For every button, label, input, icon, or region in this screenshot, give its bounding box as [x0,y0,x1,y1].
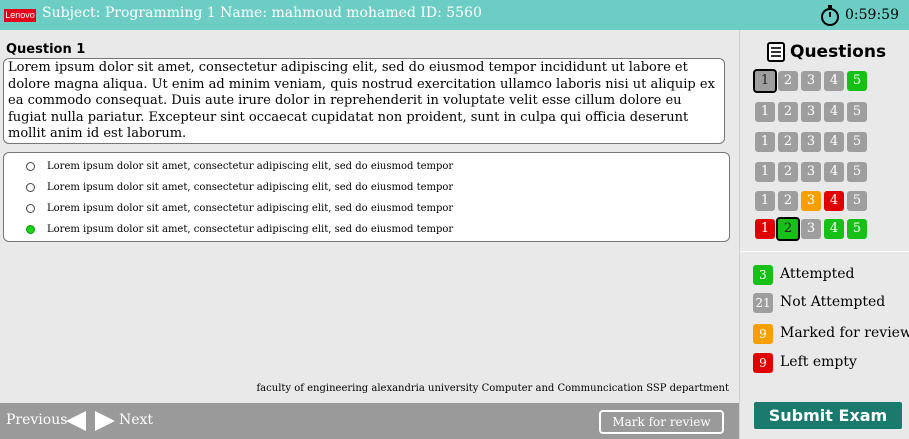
arrow-right-icon[interactable] [95,411,115,431]
question-box[interactable]: 4 [824,132,844,152]
option-1[interactable]: Lorem ipsum dolor sit amet, consectetur … [26,157,453,175]
next-link[interactable]: Next [119,412,153,428]
lenovo-logo: Lenovo [4,9,36,22]
question-title: Question 1 [6,42,86,57]
option-3[interactable]: Lorem ipsum dolor sit amet, consectetur … [26,199,453,217]
question-panel: Question 1 Lorem ipsum dolor sit amet, c… [0,30,739,403]
question-box[interactable]: 1 [755,219,775,239]
legend-count-badge: 3 [753,265,773,285]
question-box[interactable]: 4 [824,162,844,182]
question-box[interactable]: 4 [824,219,844,239]
question-box[interactable]: 2 [778,71,798,91]
stopwatch-icon [821,5,840,26]
question-text: Lorem ipsum dolor sit amet, consectetur … [3,58,725,144]
question-box[interactable]: 3 [801,71,821,91]
sidebar-title: Questions [790,42,887,62]
question-box[interactable]: 1 [755,191,775,211]
question-box[interactable]: 5 [847,219,867,239]
question-box[interactable]: 3 [801,102,821,122]
legend-label: Left empty [780,354,857,370]
question-box[interactable]: 5 [847,191,867,211]
legend-count-badge: 21 [753,293,773,313]
option-label: Lorem ipsum dolor sit amet, consectetur … [47,181,454,193]
legend-label: Attempted [780,266,855,282]
question-box[interactable]: 5 [847,102,867,122]
question-box[interactable]: 3 [801,191,821,211]
radio-button[interactable] [26,203,35,213]
submit-exam-button[interactable]: Submit Exam [754,402,902,429]
question-box[interactable]: 4 [824,102,844,122]
document-list-icon [767,42,785,62]
question-box[interactable]: 3 [801,132,821,152]
question-box[interactable]: 2 [776,217,800,241]
options-box: Lorem ipsum dolor sit amet, consectetur … [3,152,730,242]
question-box[interactable]: 2 [778,191,798,211]
question-box[interactable]: 5 [847,71,867,91]
radio-button[interactable] [26,161,35,171]
option-2[interactable]: Lorem ipsum dolor sit amet, consectetur … [26,178,453,196]
mark-for-review-button[interactable]: Mark for review [599,410,724,434]
previous-link[interactable]: Previous [6,412,67,428]
question-box[interactable]: 5 [847,162,867,182]
legend-label: Not Attempted [780,294,886,310]
question-box[interactable]: 1 [753,69,777,93]
option-label: Lorem ipsum dolor sit amet, consectetur … [47,160,454,172]
question-box[interactable]: 1 [755,102,775,122]
question-box[interactable]: 2 [778,132,798,152]
question-box[interactable]: 2 [778,162,798,182]
radio-button[interactable] [26,182,35,192]
option-label: Lorem ipsum dolor sit amet, consectetur … [47,223,454,235]
sidebar-header: Questions [767,42,886,62]
header-bar: Lenovo Subject: Programming 1 Name: mahm… [0,0,909,30]
question-box[interactable]: 2 [778,102,798,122]
legend-count-badge: 9 [753,353,773,373]
footer-note: faculty of engineering alexandria univer… [256,383,729,394]
navigation-bar: Previous Next Mark for review [0,403,739,439]
question-box[interactable]: 5 [847,132,867,152]
exam-info: Subject: Programming 1 Name: mahmoud moh… [42,5,482,21]
question-box[interactable]: 4 [824,71,844,91]
question-box[interactable]: 3 [801,162,821,182]
timer: 0:59:59 [819,3,899,27]
option-4[interactable]: Lorem ipsum dolor sit amet, consectetur … [26,220,453,238]
question-box[interactable]: 4 [824,191,844,211]
radio-button-selected[interactable] [26,224,35,234]
option-label: Lorem ipsum dolor sit amet, consectetur … [47,202,454,214]
question-box[interactable]: 3 [801,219,821,239]
question-box[interactable]: 1 [755,162,775,182]
legend-label: Marked for review [780,325,909,341]
questions-sidebar: Questions 123451234512345123451234512345… [739,30,909,439]
divider [740,251,909,252]
timer-value: 0:59:59 [845,7,899,23]
arrow-left-icon[interactable] [66,411,86,431]
legend-count-badge: 9 [753,324,773,344]
question-box[interactable]: 1 [755,132,775,152]
